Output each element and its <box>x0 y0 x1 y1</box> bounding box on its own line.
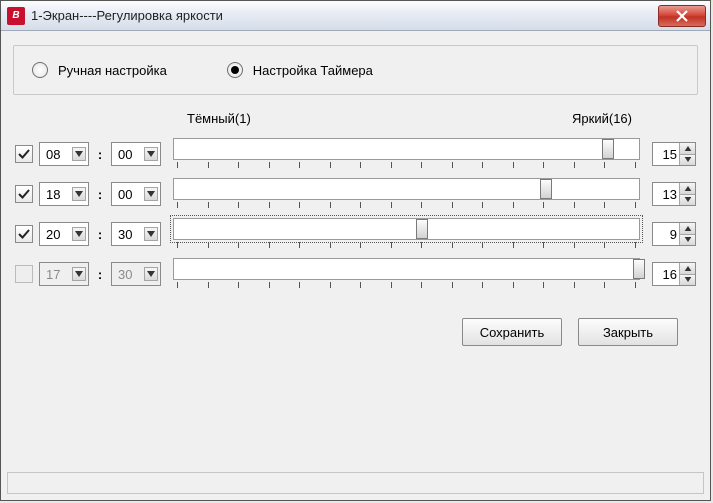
brightness-value: 15 <box>653 143 679 165</box>
hour-value: 18 <box>46 187 72 202</box>
timer-row: 08:00 15 <box>13 134 698 174</box>
spin-up-button[interactable] <box>679 183 695 195</box>
status-bar <box>7 472 704 494</box>
row-enable-checkbox[interactable] <box>15 225 33 243</box>
timer-row: 18:00 13 <box>13 174 698 214</box>
minute-select[interactable]: 00 <box>111 182 161 206</box>
brightness-slider-wrap <box>173 138 640 170</box>
titlebar: B 1-Экран----Регулировка яркости <box>1 1 710 31</box>
minute-select[interactable]: 30 <box>111 222 161 246</box>
row-enable-checkbox[interactable] <box>15 265 33 283</box>
time-separator: : <box>95 187 105 202</box>
brightness-spinner[interactable]: 16 <box>652 262 696 286</box>
slider-labels: Тёмный(1) Яркий(16) <box>13 111 698 126</box>
row-enable-checkbox[interactable] <box>15 185 33 203</box>
spin-down-button[interactable] <box>679 155 695 166</box>
spin-down-button[interactable] <box>679 235 695 246</box>
hour-value: 08 <box>46 147 72 162</box>
window-close-button[interactable] <box>658 5 706 27</box>
hour-select[interactable]: 08 <box>39 142 89 166</box>
slider-thumb[interactable] <box>602 139 614 159</box>
app-icon: B <box>7 7 25 25</box>
time-separator: : <box>95 147 105 162</box>
spin-up-button[interactable] <box>679 263 695 275</box>
hour-select[interactable]: 20 <box>39 222 89 246</box>
spin-down-button[interactable] <box>679 275 695 286</box>
brightness-value: 16 <box>653 263 679 285</box>
close-button-label: Закрыть <box>603 325 653 340</box>
radio-timer[interactable]: Настройка Таймера <box>227 62 373 78</box>
radio-icon <box>227 62 243 78</box>
hour-select[interactable]: 18 <box>39 182 89 206</box>
save-button[interactable]: Сохранить <box>462 318 562 346</box>
hour-value: 20 <box>46 227 72 242</box>
close-icon <box>675 10 689 22</box>
minute-value: 00 <box>118 147 144 162</box>
spin-up-button[interactable] <box>679 223 695 235</box>
slider-thumb[interactable] <box>540 179 552 199</box>
chevron-down-icon <box>72 187 86 201</box>
timer-row: 17:30 16 <box>13 254 698 294</box>
minute-value: 30 <box>118 267 144 282</box>
hour-value: 17 <box>46 267 72 282</box>
radio-manual-label: Ручная настройка <box>58 63 167 78</box>
minute-select: 30 <box>111 262 161 286</box>
brightness-spinner[interactable]: 9 <box>652 222 696 246</box>
chevron-down-icon <box>144 227 158 241</box>
brightness-slider[interactable] <box>173 138 640 160</box>
hour-select: 17 <box>39 262 89 286</box>
row-enable-checkbox[interactable] <box>15 145 33 163</box>
brightness-slider[interactable] <box>173 178 640 200</box>
slider-ticks <box>173 160 640 170</box>
close-button[interactable]: Закрыть <box>578 318 678 346</box>
chevron-down-icon <box>144 267 158 281</box>
brightness-slider-wrap <box>173 258 640 290</box>
spin-up-button[interactable] <box>679 143 695 155</box>
brightness-spinner[interactable]: 13 <box>652 182 696 206</box>
slider-thumb[interactable] <box>416 219 428 239</box>
minute-value: 30 <box>118 227 144 242</box>
chevron-down-icon <box>72 267 86 281</box>
radio-manual[interactable]: Ручная настройка <box>32 62 167 78</box>
brightness-value: 13 <box>653 183 679 205</box>
chevron-down-icon <box>72 227 86 241</box>
chevron-down-icon <box>72 147 86 161</box>
time-separator: : <box>95 267 105 282</box>
chevron-down-icon <box>144 187 158 201</box>
brightness-slider[interactable] <box>173 218 640 240</box>
window-title: 1-Экран----Регулировка яркости <box>31 8 658 23</box>
minute-select[interactable]: 00 <box>111 142 161 166</box>
timer-row: 20:30 9 <box>13 214 698 254</box>
slider-ticks <box>173 280 640 290</box>
slider-thumb <box>633 259 645 279</box>
brightness-slider <box>173 258 640 280</box>
mode-group: Ручная настройка Настройка Таймера <box>13 45 698 95</box>
radio-icon <box>32 62 48 78</box>
label-bright: Яркий(16) <box>572 111 632 126</box>
brightness-slider-wrap <box>173 178 640 210</box>
save-button-label: Сохранить <box>480 325 545 340</box>
time-separator: : <box>95 227 105 242</box>
brightness-value: 9 <box>653 223 679 245</box>
slider-ticks <box>173 200 640 210</box>
chevron-down-icon <box>144 147 158 161</box>
slider-ticks <box>173 240 640 250</box>
brightness-slider-wrap <box>173 218 640 250</box>
radio-timer-label: Настройка Таймера <box>253 63 373 78</box>
label-dark: Тёмный(1) <box>187 111 307 126</box>
brightness-spinner[interactable]: 15 <box>652 142 696 166</box>
spin-down-button[interactable] <box>679 195 695 206</box>
minute-value: 00 <box>118 187 144 202</box>
